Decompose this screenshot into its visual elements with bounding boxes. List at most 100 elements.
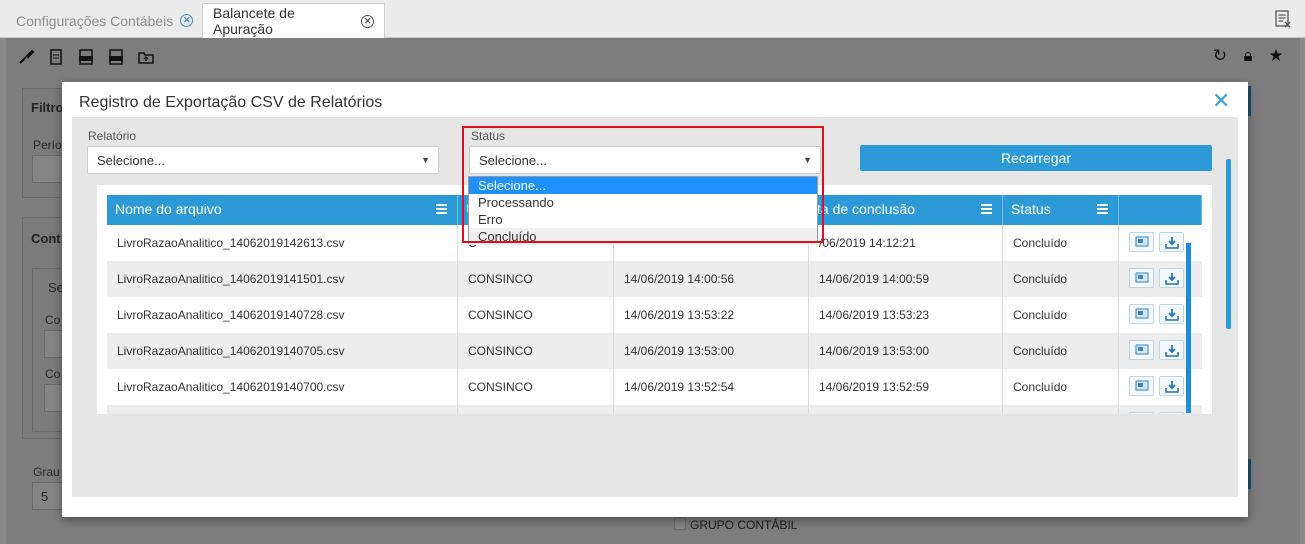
modal-scrollbar[interactable]: [1226, 159, 1231, 329]
table-cell: 14/06/2019 13:53:22: [614, 297, 809, 333]
relatorio-label: Relatório: [88, 129, 137, 143]
table-cell: 14/06/2019 13:52:59: [809, 369, 1003, 405]
tab-balancete-de-apuracao[interactable]: Balancete de Apuração ✕: [202, 3, 385, 38]
tab-configuracoes-contabeis[interactable]: Configurações Contábeis ✕: [6, 3, 203, 38]
table-cell: [614, 405, 809, 414]
download-icon[interactable]: [1159, 412, 1184, 414]
background-checkbox: [674, 518, 686, 530]
table-cell: LivroRazaoAnalitico_14062019140705.csv: [107, 333, 458, 369]
lock-icon[interactable]: 🔒︎: [1238, 46, 1258, 66]
table-body: LivroRazaoAnalitico_14062019142613.csvC/…: [107, 225, 1202, 414]
view-icon[interactable]: [1129, 232, 1154, 253]
export-list-icon[interactable]: [1273, 9, 1293, 29]
background-group-label: GRUPO CONTÁBIL: [690, 518, 798, 532]
table-row[interactable]: [107, 405, 1202, 414]
chevron-down-icon: ▼: [421, 155, 430, 165]
status-select[interactable]: Selecione... ▼: [469, 146, 821, 174]
tab-label: Configurações Contábeis: [16, 12, 174, 29]
table-cell: Concluído: [1003, 225, 1119, 261]
background-grau-value: 5: [41, 489, 49, 504]
status-option-processando[interactable]: Processando: [469, 194, 817, 211]
relatorio-select[interactable]: Selecione... ▼: [87, 146, 439, 174]
table-cell: CONSINCO: [458, 333, 614, 369]
tab-bar: Configurações Contábeis ✕ Balancete de A…: [0, 0, 1305, 38]
status-select-value: Selecione...: [479, 153, 547, 168]
table-row[interactable]: LivroRazaoAnalitico_14062019140705.csv CO…: [107, 333, 1202, 369]
status-label: Status: [471, 129, 506, 143]
reload-button[interactable]: Recarregar: [860, 145, 1212, 171]
table-cell: [458, 405, 614, 414]
table-cell: Concluído: [1003, 369, 1119, 405]
table-row[interactable]: LivroRazaoAnalitico_14062019141501.csv CO…: [107, 261, 1202, 297]
table-cell: CONSINCO: [458, 297, 614, 333]
table-cell: 14/06/2019 13:53:00: [809, 333, 1003, 369]
column-header-filename[interactable]: Nome do arquivo: [107, 195, 458, 225]
star-icon[interactable]: ★: [1266, 46, 1286, 66]
column-header-actions: [1119, 195, 1202, 225]
background-co-label-1: Co: [45, 313, 61, 327]
background-toolbar: [17, 42, 155, 72]
status-option-erro[interactable]: Erro: [469, 211, 817, 228]
xls-export-icon[interactable]: [107, 48, 125, 66]
table-cell: /06/2019 14:12:21: [809, 225, 1003, 261]
view-icon[interactable]: [1129, 304, 1154, 325]
column-menu-icon[interactable]: [436, 204, 447, 214]
folder-icon[interactable]: [137, 48, 155, 66]
refresh-icon[interactable]: ↻: [1210, 46, 1230, 66]
table-cell: Concluído: [1003, 333, 1119, 369]
modal-title: Registro de Exportação CSV de Relatórios: [79, 94, 383, 111]
table-cell: [1003, 405, 1119, 414]
download-icon[interactable]: [1159, 304, 1184, 325]
table-cell: CONSINCO: [458, 369, 614, 405]
table-cell: Concluído: [1003, 261, 1119, 297]
view-icon[interactable]: [1129, 268, 1154, 289]
table-scrollbar[interactable]: [1186, 243, 1191, 413]
download-icon[interactable]: [1159, 340, 1184, 361]
view-icon[interactable]: [1129, 412, 1154, 414]
view-icon[interactable]: [1129, 376, 1154, 397]
background-filters-title: Filtro: [31, 100, 64, 115]
table-cell: Concluído: [1003, 297, 1119, 333]
csv-export-icon[interactable]: [77, 48, 95, 66]
background-period-label: Perío: [33, 138, 62, 152]
modal-header: Registro de Exportação CSV de Relatórios…: [62, 82, 1248, 122]
close-tab-icon[interactable]: ✕: [180, 14, 194, 27]
modal-body: Relatório Selecione... ▼ Status Selecion…: [72, 117, 1238, 497]
table-cell: 14/06/2019 13:53:00: [614, 333, 809, 369]
view-icon[interactable]: [1129, 340, 1154, 361]
table-row[interactable]: LivroRazaoAnalitico_14062019140700.csv CO…: [107, 369, 1202, 405]
table-cell: LivroRazaoAnalitico_14062019140728.csv: [107, 297, 458, 333]
table-row[interactable]: LivroRazaoAnalitico_14062019140728.csv CO…: [107, 297, 1202, 333]
brush-icon[interactable]: [17, 48, 35, 66]
table-cell: LivroRazaoAnalitico_14062019140700.csv: [107, 369, 458, 405]
column-header-completion[interactable]: ta de conclusão: [809, 195, 1003, 225]
table-cell: LivroRazaoAnalitico_14062019142613.csv: [107, 225, 458, 261]
download-icon[interactable]: [1159, 268, 1184, 289]
table-cell: 14/06/2019 14:00:56: [614, 261, 809, 297]
column-header-status[interactable]: Status: [1003, 195, 1119, 225]
table-cell: LivroRazaoAnalitico_14062019141501.csv: [107, 261, 458, 297]
background-co-label-2: Co: [45, 367, 61, 381]
document-icon[interactable]: [47, 48, 65, 66]
table-cell: 14/06/2019 13:52:54: [614, 369, 809, 405]
background-contas-title: Cont: [31, 231, 61, 246]
table-cell: CONSINCO: [458, 261, 614, 297]
download-icon[interactable]: [1159, 376, 1184, 397]
column-menu-icon[interactable]: [1097, 204, 1108, 214]
close-tab-icon[interactable]: ✕: [361, 14, 374, 28]
relatorio-select-value: Selecione...: [97, 153, 165, 168]
chevron-down-icon: ▼: [803, 155, 812, 165]
tab-label: Balancete de Apuração: [213, 5, 295, 37]
column-menu-icon[interactable]: [981, 204, 992, 214]
background-right-tools: ↻ 🔒︎ ★: [1210, 46, 1286, 66]
table-cell: 14/06/2019 13:53:23: [809, 297, 1003, 333]
close-icon[interactable]: ✕: [1212, 90, 1230, 112]
status-option-selecione[interactable]: Selecione...: [469, 177, 817, 194]
download-icon[interactable]: [1159, 232, 1184, 253]
status-option-concluido[interactable]: Concluído: [469, 228, 817, 245]
background-blue-bar-2: [1248, 459, 1251, 489]
table-cell: 14/06/2019 14:00:59: [809, 261, 1003, 297]
background-grau-label: Grau: [33, 465, 60, 479]
background-blue-bar-1: [1248, 86, 1251, 116]
table-cell: [107, 405, 458, 414]
